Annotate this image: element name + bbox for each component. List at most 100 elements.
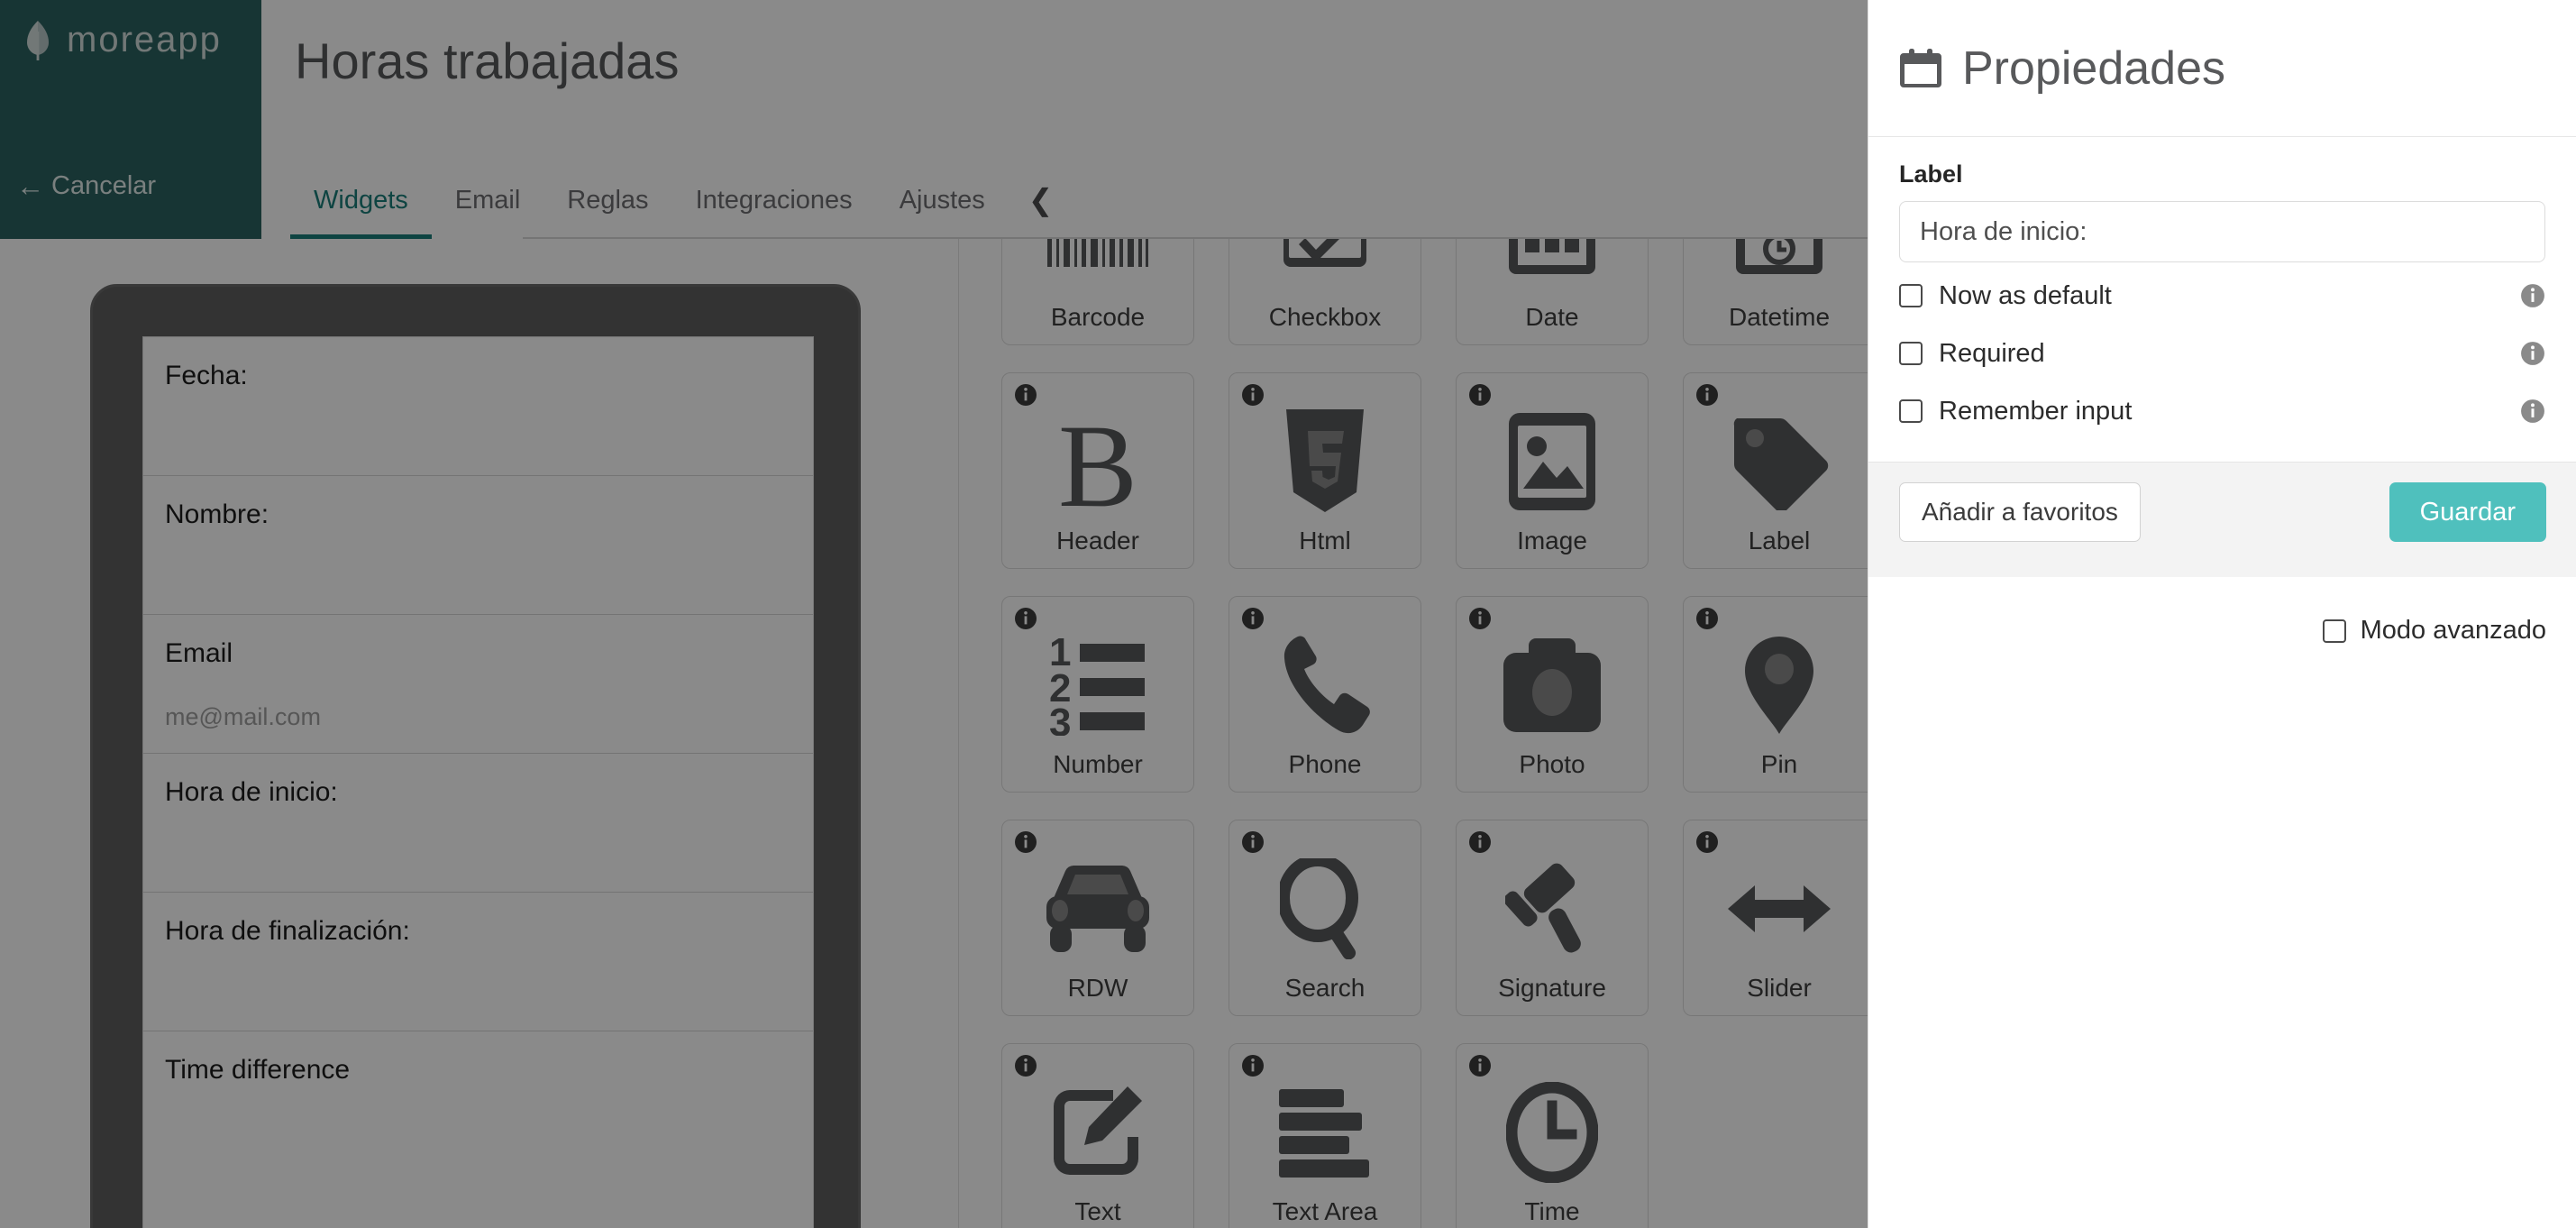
widget-label: Number	[1053, 750, 1143, 778]
widget-label: RDW	[1067, 974, 1128, 1002]
option-row-now-as-default[interactable]: Now as default	[1899, 271, 2545, 320]
widget-label: Time	[1524, 1197, 1580, 1225]
widget-palette: Barcode Checkbox Date Datetime B Header …	[958, 239, 1868, 1228]
remember-input-checkbox[interactable]	[1899, 399, 1923, 423]
label-input[interactable]	[1899, 201, 2545, 262]
info-circle-icon[interactable]	[2520, 399, 2545, 424]
preview-field-label: Fecha:	[165, 361, 248, 390]
widget-card-label[interactable]: Label	[1683, 372, 1868, 569]
widget-label: Date	[1525, 303, 1579, 331]
properties-title: Propiedades	[1962, 41, 2225, 95]
widget-card-date[interactable]: Date	[1456, 239, 1649, 345]
properties-body: Label Now as default Required Remember i…	[1868, 137, 2576, 435]
info-circle-icon[interactable]	[2520, 341, 2545, 366]
info-circle-icon[interactable]	[1241, 383, 1265, 407]
info-circle-icon[interactable]	[2520, 283, 2545, 308]
widget-label: Datetime	[1728, 303, 1831, 331]
brand[interactable]: moreapp	[20, 20, 222, 60]
cancel-button[interactable]: ← Cancelar	[16, 171, 156, 201]
widget-card-pin[interactable]: Pin	[1683, 596, 1868, 793]
barcode-icon	[1002, 239, 1193, 303]
preview-field-hora-finalizacion[interactable]: Hora de finalización:	[143, 893, 813, 1031]
widget-card-barcode[interactable]: Barcode	[1001, 239, 1194, 345]
widget-grid: Barcode Checkbox Date Datetime B Header …	[1001, 239, 1868, 1228]
tab-reglas[interactable]: Reglas	[544, 167, 671, 239]
preview-field-email[interactable]: Email me@mail.com	[143, 615, 813, 754]
tab-bar: Widgets Email Reglas Integraciones Ajust…	[290, 167, 1073, 239]
widget-card-html[interactable]: Html	[1229, 372, 1421, 569]
option-row-remember-input[interactable]: Remember input	[1899, 387, 2545, 435]
info-circle-icon[interactable]	[1014, 383, 1037, 407]
widget-card-rdw[interactable]: RDW	[1001, 820, 1194, 1016]
calendar-icon	[1899, 47, 1942, 90]
widget-card-text-area[interactable]: Text Area	[1229, 1043, 1421, 1228]
widget-label: Search	[1284, 974, 1366, 1002]
info-circle-icon[interactable]	[1468, 383, 1492, 407]
widget-label: Html	[1299, 527, 1351, 554]
widget-grid-scroll: Barcode Checkbox Date Datetime B Header …	[1001, 239, 1868, 1228]
required-checkbox[interactable]	[1899, 342, 1923, 365]
info-circle-icon[interactable]	[1014, 1054, 1037, 1077]
widget-card-header[interactable]: B Header	[1001, 372, 1194, 569]
widget-label: Image	[1517, 527, 1587, 554]
widget-card-number[interactable]: 1 2 3 Number	[1001, 596, 1194, 793]
sidebar: moreapp ← Cancelar	[0, 0, 261, 239]
preview-field-label: Nombre:	[165, 499, 269, 529]
tab-ajustes[interactable]: Ajustes	[876, 167, 1009, 239]
widget-card-image[interactable]: Image	[1456, 372, 1649, 569]
info-circle-icon[interactable]	[1241, 1054, 1265, 1077]
info-circle-icon[interactable]	[1695, 383, 1719, 407]
widget-card-checkbox[interactable]: Checkbox	[1229, 239, 1421, 345]
info-circle-icon[interactable]	[1241, 607, 1265, 630]
widget-label: Checkbox	[1268, 303, 1382, 331]
work-area: Fecha: Nombre: Email me@mail.com Hora de…	[0, 239, 1868, 1228]
preview-field-fecha[interactable]: Fecha:	[143, 337, 813, 476]
info-circle-icon[interactable]	[1468, 607, 1492, 630]
svg-text:B: B	[1058, 408, 1137, 515]
info-circle-icon[interactable]	[1468, 1054, 1492, 1077]
info-circle-icon[interactable]	[1695, 830, 1719, 854]
info-circle-icon[interactable]	[1241, 830, 1265, 854]
tab-integraciones[interactable]: Integraciones	[672, 167, 876, 239]
info-circle-icon[interactable]	[1468, 830, 1492, 854]
preview-field-label: Hora de inicio:	[165, 777, 338, 807]
widget-label: Slider	[1747, 974, 1812, 1002]
info-circle-icon[interactable]	[1695, 607, 1719, 630]
chevron-left-icon[interactable]: ❮	[1009, 167, 1073, 239]
checkbox-icon	[1229, 239, 1420, 303]
add-to-favorites-button[interactable]: Añadir a favoritos	[1899, 482, 2141, 542]
now-as-default-checkbox[interactable]	[1899, 284, 1923, 307]
widget-label: Barcode	[1050, 303, 1146, 331]
save-button[interactable]: Guardar	[2389, 482, 2546, 542]
info-circle-icon[interactable]	[1014, 830, 1037, 854]
tab-email[interactable]: Email	[432, 167, 544, 239]
app-root: Horas trabajadas Widgets Email Reglas In…	[0, 0, 2576, 1228]
info-circle-icon[interactable]	[1014, 607, 1037, 630]
widget-label: Label	[1748, 527, 1811, 554]
preview-field-label: Hora de finalización:	[165, 916, 410, 946]
preview-field-time-difference[interactable]: Time difference	[143, 1031, 813, 1170]
widget-card-text[interactable]: Text	[1001, 1043, 1194, 1228]
option-row-required[interactable]: Required	[1899, 329, 2545, 378]
tab-widgets[interactable]: Widgets	[290, 167, 432, 239]
widget-card-signature[interactable]: Signature	[1456, 820, 1649, 1016]
properties-footer: Añadir a favoritos Guardar Modo avanzado	[1868, 462, 2576, 645]
widget-card-datetime[interactable]: Datetime	[1683, 239, 1868, 345]
preview-field-label: Email	[165, 638, 233, 668]
widget-card-slider[interactable]: Slider	[1683, 820, 1868, 1016]
widget-card-search[interactable]: Search	[1229, 820, 1421, 1016]
cancel-label: Cancelar	[51, 171, 157, 200]
widget-card-photo[interactable]: Photo	[1456, 596, 1649, 793]
calendar-clock-icon	[1684, 239, 1868, 303]
brand-name: moreapp	[67, 20, 222, 60]
properties-header: Propiedades	[1868, 0, 2576, 137]
option-label: Required	[1939, 338, 2045, 368]
advanced-mode-checkbox[interactable]	[2322, 619, 2346, 643]
widget-card-time[interactable]: Time	[1456, 1043, 1649, 1228]
preview-field-nombre[interactable]: Nombre:	[143, 476, 813, 615]
advanced-mode-row[interactable]: Modo avanzado	[2322, 616, 2546, 646]
calendar-icon	[1457, 239, 1648, 303]
widget-card-phone[interactable]: Phone	[1229, 596, 1421, 793]
preview-field-hora-inicio[interactable]: Hora de inicio:	[143, 754, 813, 893]
widget-label: Photo	[1519, 750, 1585, 778]
